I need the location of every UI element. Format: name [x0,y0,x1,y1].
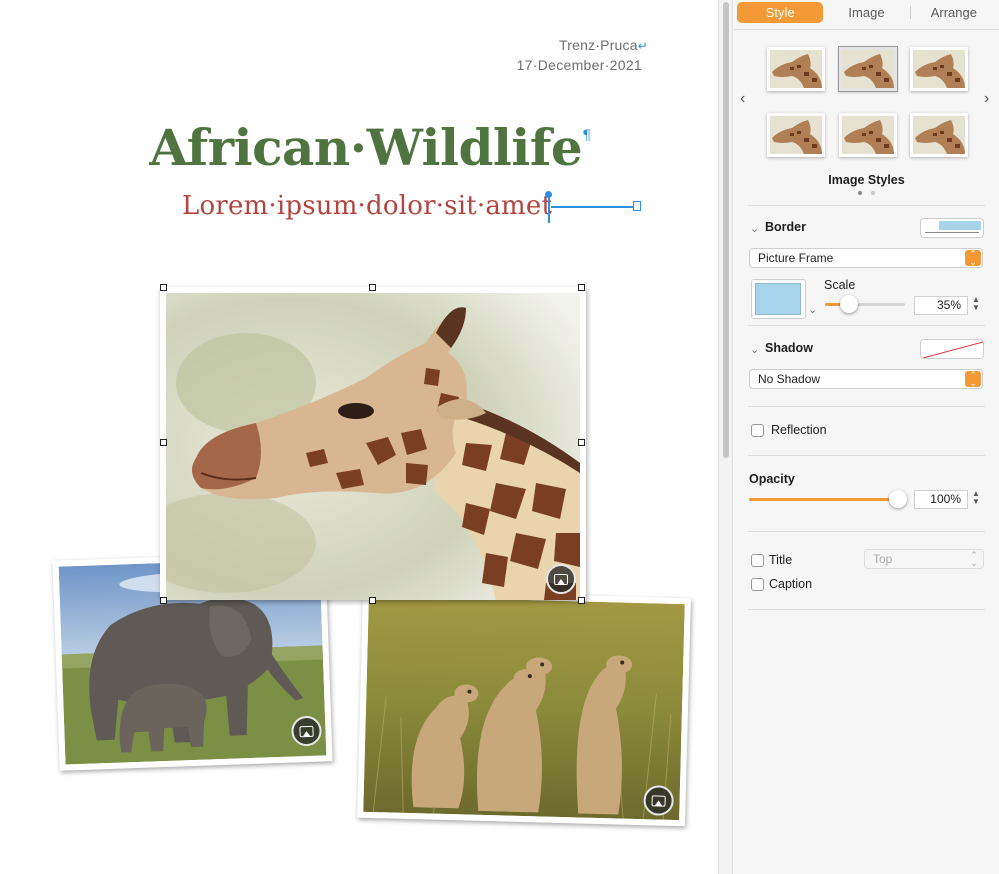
divider [748,325,985,326]
caption-label[interactable]: Caption [769,577,812,591]
select-stepper-icon: ⌃ ⌄ [965,250,981,267]
resize-handle-bottom-left[interactable] [160,597,167,604]
page-dot-2[interactable] [871,191,875,195]
reflection-checkbox[interactable] [751,424,764,437]
opacity-slider-knob[interactable] [889,490,907,508]
chevron-down-icon[interactable]: ⌄ [750,222,759,235]
document-title[interactable]: African·Wildlife¶ [0,118,740,177]
scale-slider[interactable] [825,295,905,313]
shadow-color-button[interactable] [920,339,984,359]
date-line[interactable]: 17·December·2021 [517,57,642,73]
divider [748,455,985,456]
text-cursor [548,195,550,223]
giraffe-thumbnail [913,50,965,88]
shadow-type-select[interactable]: No Shadow ⌃ ⌄ [749,369,983,389]
image-style-thumb[interactable] [767,113,825,157]
giraffe-image [166,293,580,600]
divider [748,205,985,206]
image-style-thumb[interactable] [838,46,898,92]
border-type-value: Picture Frame [758,251,834,265]
chevron-left-icon[interactable]: ‹ [740,90,745,108]
select-stepper-icon: ⌃ ⌄ [970,550,978,568]
border-color-swatch [939,221,981,230]
image-style-thumb[interactable] [910,113,968,157]
canvas-scrollbar[interactable] [718,0,733,874]
document-canvas[interactable]: Trenz·Pruca↵ 17·December·2021 African·Wi… [0,0,718,874]
author-text: Trenz·Pruca [559,37,638,53]
border-type-select[interactable]: Picture Frame ⌃ ⌄ [749,248,983,268]
giraffe-thumbnail [842,116,894,154]
select-stepper-icon: ⌃ ⌄ [965,371,981,388]
resize-handle-bottom[interactable] [369,597,376,604]
scale-input[interactable]: 35% [914,296,968,315]
chevron-right-icon[interactable]: › [984,90,989,108]
image-style-thumb[interactable] [910,47,968,91]
page-dot-1[interactable] [858,191,862,195]
author-line[interactable]: Trenz·Pruca↵ [559,37,648,53]
resize-handle-top[interactable] [369,284,376,291]
no-color-icon [922,341,983,358]
title-label[interactable]: Title [769,553,792,567]
giraffe-photo[interactable] [160,287,586,600]
divider [748,406,985,407]
giraffe-thumbnail [913,116,965,154]
resize-handle-right[interactable] [578,439,585,446]
border-label[interactable]: Border [765,220,806,234]
giraffe-thumbnail [770,50,822,88]
reflection-label[interactable]: Reflection [771,423,827,437]
giraffe-thumbnail [770,116,822,154]
shadow-label[interactable]: Shadow [765,341,813,355]
scale-slider-knob[interactable] [840,295,858,313]
giraffe-thumbnail [842,50,894,88]
opacity-slider-fill [749,498,898,501]
title-checkbox[interactable] [751,554,764,567]
image-styles-label: Image Styles [828,173,905,187]
meerkat-image [363,595,685,821]
format-inspector: Style Image Arrange ‹ › Image Styles ⌄ B… [734,0,999,874]
scale-stepper[interactable]: ▲ ▼ [971,296,981,312]
tab-arrange[interactable]: Arrange [911,2,997,23]
document-title-text: African·Wildlife [149,118,583,177]
image-style-thumb[interactable] [767,47,825,91]
divider [734,29,999,30]
tab-leader [551,206,634,208]
border-color-button[interactable] [920,218,984,238]
divider [748,609,985,610]
scrollbar-thumb[interactable] [723,2,729,458]
image-icon[interactable] [546,564,576,594]
opacity-stepper[interactable]: ▲ ▼ [971,490,981,506]
resize-handle-top-right[interactable] [578,284,585,291]
document-subtitle[interactable]: Lorem·ipsum·dolor·sit·amet [182,191,552,221]
pilcrow-mark: ¶ [582,128,591,144]
tab-stop-icon [633,201,641,211]
scale-label: Scale [824,278,856,292]
opacity-slider[interactable] [749,490,907,508]
resize-handle-left[interactable] [160,439,167,446]
resize-handle-top-left[interactable] [160,284,167,291]
opacity-input[interactable]: 100% [914,490,968,509]
border-line-preview [925,232,979,233]
image-style-thumb[interactable] [839,113,897,157]
title-position-select: Top ⌃ ⌄ [864,549,984,569]
chevron-down-icon[interactable]: ⌄ [750,343,759,356]
frame-color-swatch [755,283,801,315]
opacity-label: Opacity [749,472,795,486]
caption-checkbox[interactable] [751,578,764,591]
inspector-tabs: Style Image Arrange [737,2,997,23]
tab-style[interactable]: Style [737,2,824,23]
shadow-type-value: No Shadow [758,372,821,386]
return-mark: ↵ [637,39,648,53]
resize-handle-bottom-right[interactable] [578,597,585,604]
meerkat-photo[interactable] [357,589,691,827]
frame-color-well[interactable] [751,279,806,319]
chevron-down-icon[interactable]: ⌄ [808,303,817,316]
tab-image[interactable]: Image [823,2,909,23]
divider [748,531,985,532]
title-position-value: Top [873,552,893,566]
